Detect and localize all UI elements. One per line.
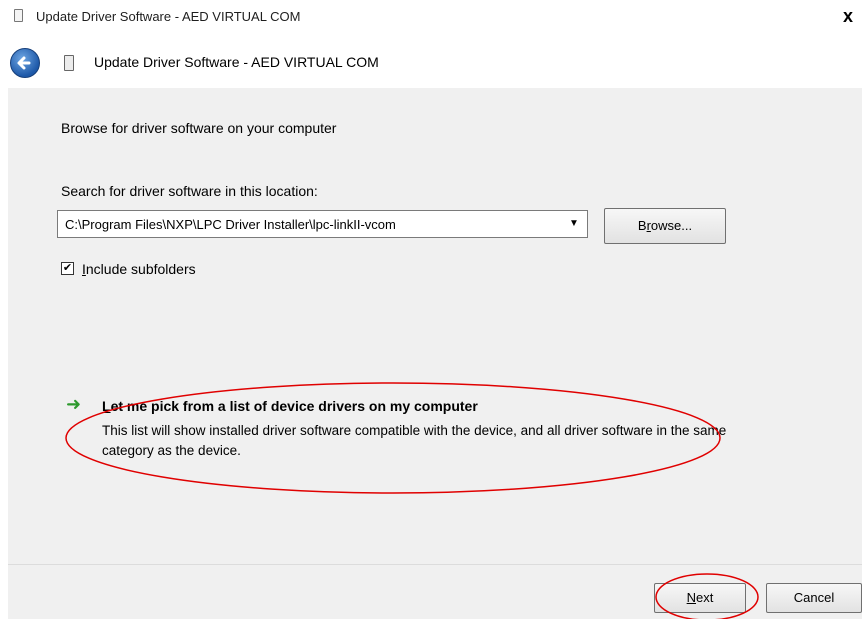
highlight-overlay bbox=[65, 382, 759, 619]
pick-option-highlight bbox=[65, 382, 721, 494]
next-button-highlight bbox=[655, 573, 759, 619]
